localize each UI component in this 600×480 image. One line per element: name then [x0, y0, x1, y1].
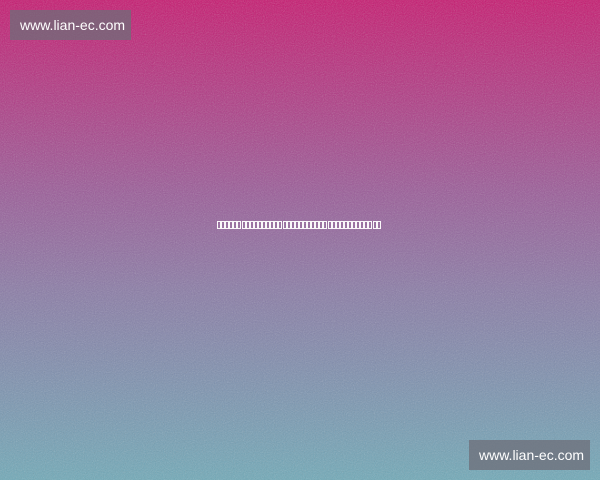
- missing-glyph-text: [217, 221, 385, 230]
- watermark-bottom-right: www.lian-ec.com: [469, 440, 590, 470]
- noise-texture: [0, 0, 600, 480]
- glyph-box-icon: [376, 221, 381, 229]
- watermark-top-left: www.lian-ec.com: [10, 10, 131, 40]
